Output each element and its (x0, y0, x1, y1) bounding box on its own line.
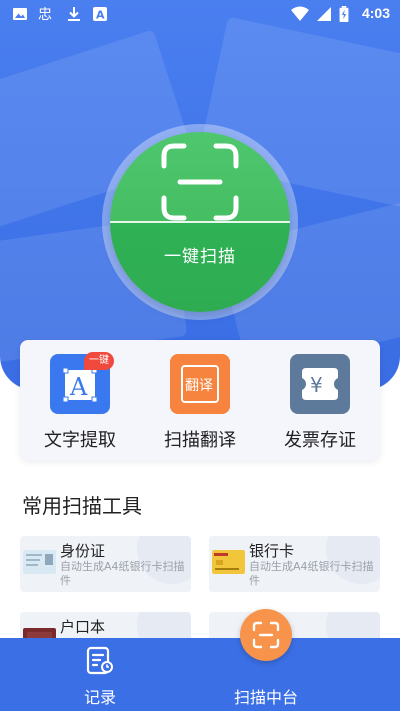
signal-icon (317, 7, 331, 21)
battery-icon (339, 6, 349, 22)
tool-description: 自动生成A4纸银行卡扫描件 (249, 560, 374, 587)
svg-text:忠: 忠 (38, 7, 52, 22)
one-click-scan-button[interactable]: 一键扫描 (110, 132, 290, 312)
feature-text-extract[interactable]: A 一键 文字提取 (20, 352, 140, 454)
tool-id-card[interactable]: 身份证 自动生成A4纸银行卡扫描件 (20, 536, 191, 592)
download-icon (68, 7, 80, 21)
status-time: 4:03 (361, 5, 390, 21)
bank-card-thumb (212, 550, 245, 574)
tool-bank-card[interactable]: 银行卡 自动生成A4纸银行卡扫描件 (209, 536, 380, 592)
wifi-icon (291, 6, 309, 21)
tool-title: 银行卡 (249, 542, 295, 560)
feature-label: 扫描翻译 (164, 430, 236, 451)
svg-text:A: A (96, 9, 105, 22)
bug-icon: 忠 (38, 7, 52, 22)
scan-frame-icon (161, 143, 239, 221)
tool-title: 身份证 (60, 542, 106, 560)
one-click-badge: 一键 (84, 352, 114, 370)
scan-icon (252, 621, 280, 649)
nav-label: 扫描中台 (233, 688, 298, 707)
tool-title: 户口本 (60, 618, 106, 636)
feature-scan-translate[interactable]: 翻译 扫描翻译 (140, 354, 260, 454)
translate-icon: 翻译 (170, 354, 230, 414)
section-title: 常用扫描工具 (22, 494, 142, 518)
image-icon (13, 8, 27, 20)
scan-fab-button[interactable] (240, 609, 292, 661)
translate-icon-text: 翻译 (185, 378, 213, 394)
invoice-icon: ¥ (290, 354, 350, 414)
feature-invoice[interactable]: ¥ 发票存证 (260, 354, 380, 454)
feature-label: 发票存证 (284, 430, 356, 451)
font-a-icon: A (93, 7, 107, 22)
scan-button-label: 一键扫描 (164, 247, 236, 267)
status-bar: 忠 A 4:03 (0, 0, 400, 28)
svg-text:¥: ¥ (310, 373, 323, 397)
bottom-nav: 记录 扫描中台 (0, 638, 400, 711)
svg-text:A: A (69, 373, 88, 401)
id-card-thumb (23, 550, 56, 574)
tool-description: 自动生成A4纸银行卡扫描件 (60, 560, 185, 587)
feature-label: 文字提取 (44, 430, 116, 451)
record-icon (86, 646, 113, 675)
feature-card: A 一键 文字提取 翻译 扫描翻译 ¥ 发票存证 (20, 340, 380, 460)
